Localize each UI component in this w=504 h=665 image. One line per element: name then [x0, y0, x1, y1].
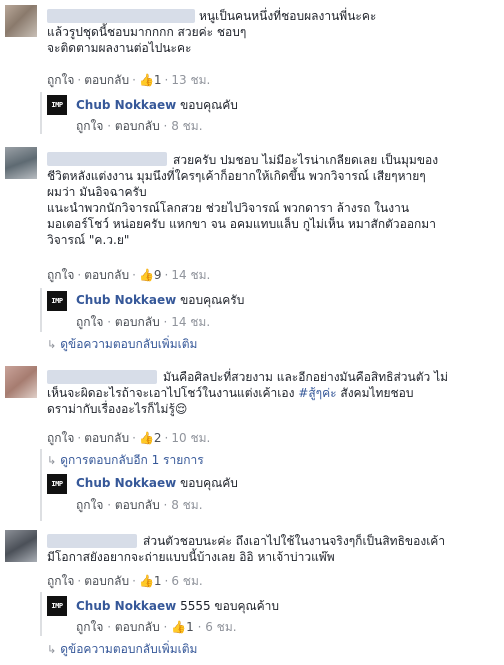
reply-author-name[interactable]: Chub Nokkaew — [76, 476, 176, 490]
commenter-avatar[interactable] — [5, 530, 37, 562]
like-link[interactable]: ถูกใจ — [47, 431, 74, 445]
comment-actions: ถูกใจ · ตอบกลับ · 👍9 · 14 ชม. — [47, 268, 211, 282]
reply-line: Chub Nokkaew ขอบคุณคับ — [76, 474, 238, 493]
like-link[interactable]: ถูกใจ — [47, 574, 74, 588]
comment-time[interactable]: 14 ชม. — [171, 268, 210, 282]
reply-arrow-icon: ↳ — [47, 338, 57, 351]
like-count[interactable]: 1 — [154, 574, 162, 588]
reply-thread-line — [40, 592, 42, 636]
reply-like-link[interactable]: ถูกใจ — [76, 498, 103, 512]
comment-text: หนูเป็นคนหนึ่งที่ชอบผลงานพี่นะคะ แล้วรูป… — [47, 9, 377, 55]
reply-avatar[interactable]: IMP — [47, 291, 67, 311]
comment-time[interactable]: 10 ชม. — [171, 431, 210, 445]
reply-reply-link[interactable]: ตอบกลับ — [115, 620, 160, 634]
view-previous-replies-link[interactable]: ↳ ดูการตอบกลับอีก 1 รายการ — [47, 451, 204, 470]
reply-reply-link[interactable]: ตอบกลับ — [115, 119, 160, 133]
reply-actions: ถูกใจ · ตอบกลับ · 8 ชม. — [76, 119, 203, 133]
reply-actions: ถูกใจ · ตอบกลับ · 8 ชม. — [76, 498, 203, 512]
comment-text: สวยครับ ปมชอบ ไม่มีอะไรน่าเกลียดเลย เป็น… — [47, 153, 439, 247]
like-count-icon[interactable]: 👍 — [139, 431, 154, 445]
reply-like-link[interactable]: ถูกใจ — [76, 119, 103, 133]
comment-actions: ถูกใจ · ตอบกลับ · 👍1 · 13 ชม. — [47, 73, 211, 87]
reply-author-name[interactable]: Chub Nokkaew — [76, 293, 176, 307]
comment-actions: ถูกใจ · ตอบกลับ · 👍1 · 6 ชม. — [47, 574, 203, 588]
reply-link[interactable]: ตอบกลับ — [84, 431, 129, 445]
like-count[interactable]: 9 — [154, 268, 162, 282]
like-link[interactable]: ถูกใจ — [47, 73, 74, 87]
like-count[interactable]: 2 — [154, 431, 162, 445]
reply-like-count[interactable]: 1 — [186, 620, 194, 634]
reply-reply-link[interactable]: ตอบกลับ — [115, 315, 160, 329]
reply-like-link[interactable]: ถูกใจ — [76, 620, 103, 634]
reply-arrow-icon: ↳ — [47, 643, 57, 656]
like-count-icon[interactable]: 👍 — [139, 268, 154, 282]
like-count-icon[interactable]: 👍 — [139, 574, 154, 588]
reply-text: ขอบคุณครับ — [180, 293, 245, 307]
comment-text: มันคือศิลปะที่สวยงาม และอีกอย่างมันคือสิ… — [47, 370, 449, 416]
reply-thread-line — [40, 288, 42, 332]
reply-line: Chub Nokkaew ขอบคุณครับ — [76, 291, 244, 310]
comment-time[interactable]: 13 ชม. — [171, 73, 210, 87]
reply-avatar[interactable]: IMP — [47, 596, 67, 616]
commenter-avatar[interactable] — [5, 147, 37, 179]
reply-time[interactable]: 8 ชม. — [171, 119, 202, 133]
reply-time[interactable]: 14 ชม. — [171, 315, 210, 329]
reply-author-name[interactable]: Chub Nokkaew — [76, 599, 176, 613]
reply-line: Chub Nokkaew 5555 ขอบคุณค้าบ — [76, 597, 279, 616]
reply-thread-line — [40, 92, 42, 134]
reply-line: Chub Nokkaew ขอบคุณคับ — [76, 96, 238, 115]
reply-author-name[interactable]: Chub Nokkaew — [76, 98, 176, 112]
like-count[interactable]: 1 — [154, 73, 162, 87]
reply-like-count-icon[interactable]: 👍 — [171, 620, 186, 634]
comment-actions: ถูกใจ · ตอบกลับ · 👍2 · 10 ชม. — [47, 431, 211, 445]
reply-time[interactable]: 6 ชม. — [205, 620, 236, 634]
reply-link[interactable]: ตอบกลับ — [84, 574, 129, 588]
reply-text: ขอบคุณคับ — [180, 98, 238, 112]
reply-text: 5555 ขอบคุณค้าบ — [180, 599, 279, 613]
reply-avatar[interactable]: IMP — [47, 474, 67, 494]
reply-actions: ถูกใจ · ตอบกลับ · 👍1 · 6 ชม. — [76, 620, 237, 634]
reply-thread-line — [40, 449, 42, 521]
reply-time[interactable]: 8 ชม. — [171, 498, 202, 512]
reply-text: ขอบคุณคับ — [180, 476, 238, 490]
comment-time[interactable]: 6 ชม. — [171, 574, 202, 588]
reply-link[interactable]: ตอบกลับ — [84, 73, 129, 87]
hashtag-link[interactable]: #สู้ๆค่ะ — [298, 386, 336, 400]
reply-like-link[interactable]: ถูกใจ — [76, 315, 103, 329]
commenter-avatar[interactable] — [5, 5, 37, 37]
reply-actions: ถูกใจ · ตอบกลับ · 14 ชม. — [76, 315, 211, 329]
reply-arrow-icon: ↳ — [47, 454, 57, 467]
reply-avatar[interactable]: IMP — [47, 95, 67, 115]
view-more-replies-link[interactable]: ↳ ดูข้อความตอบกลับเพิ่มเติม — [47, 335, 197, 354]
reply-link[interactable]: ตอบกลับ — [84, 268, 129, 282]
view-more-replies-link[interactable]: ↳ ดูข้อความตอบกลับเพิ่มเติม — [47, 640, 197, 659]
comment-text: ส่วนตัวชอบนะค่ะ ถึงเอาไปใช้ในงานจริงๆก็เ… — [47, 534, 446, 564]
reply-reply-link[interactable]: ตอบกลับ — [115, 498, 160, 512]
commenter-avatar[interactable] — [5, 366, 37, 398]
like-link[interactable]: ถูกใจ — [47, 268, 74, 282]
like-count-icon[interactable]: 👍 — [139, 73, 154, 87]
